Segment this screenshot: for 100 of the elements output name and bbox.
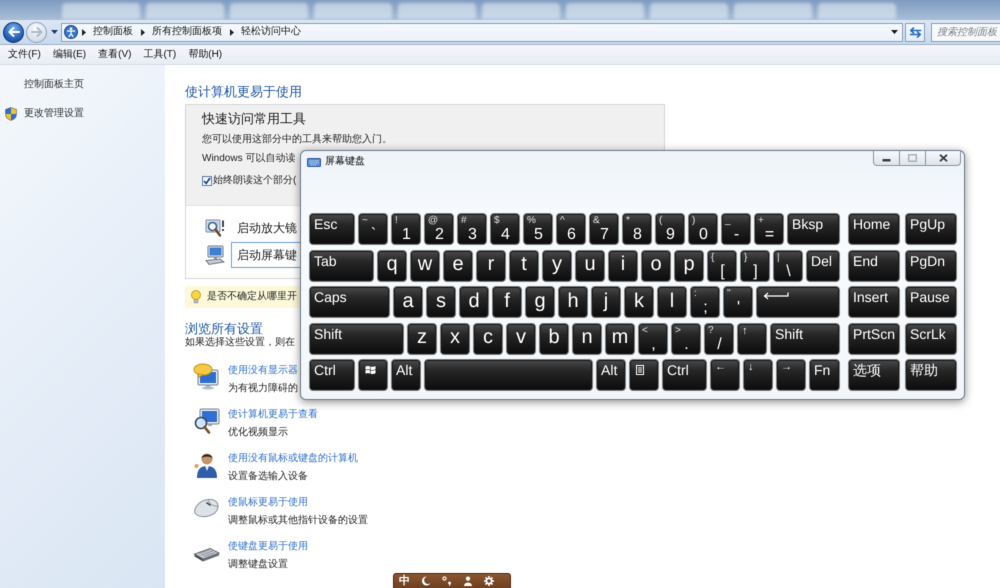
setting-link[interactable]: 使用没有鼠标或键盘的计算机 (228, 452, 358, 466)
keyboard-key[interactable]: Insert (848, 286, 900, 318)
keyboard-key[interactable]: r (476, 250, 506, 282)
keyboard-key[interactable]: Fn (809, 359, 840, 391)
keyboard-key[interactable]: < , (638, 322, 668, 354)
keyboard-key[interactable]: d (459, 286, 489, 318)
breadcrumb-item[interactable]: 所有控制面板项 (148, 25, 226, 39)
keyboard-key[interactable]: * 8 (622, 213, 652, 245)
refresh-button[interactable] (905, 22, 925, 42)
close-button[interactable] (926, 151, 961, 166)
keyboard-key[interactable]: e (443, 250, 473, 282)
setting-link[interactable]: 使鼠标更易于使用 (228, 496, 308, 510)
crescent-moon-icon[interactable] (421, 576, 431, 586)
keyboard-key[interactable]: x (440, 322, 470, 354)
keyboard-key[interactable]: { [ (707, 250, 737, 282)
setting-link[interactable]: 使计算机更易于查看 (228, 408, 318, 422)
keyboard-key[interactable]: 选项 (848, 359, 900, 391)
keyboard-key[interactable]: ~ ` (358, 213, 388, 245)
address-bar[interactable]: 控制面板 所有控制面板项 轻松访问中心 (61, 22, 903, 42)
keyboard-key[interactable]: + = (754, 213, 784, 245)
keyboard-key[interactable]: " ' (723, 286, 753, 318)
keyboard-key[interactable]: Alt (391, 359, 421, 391)
keyboard-key[interactable]: b (539, 322, 569, 354)
back-button[interactable] (3, 22, 24, 42)
keyboard-key[interactable]: Shift (309, 322, 404, 354)
menu-item[interactable]: 文件(F) (2, 48, 47, 62)
keyboard-key[interactable]: z (407, 322, 437, 354)
breadcrumb-item[interactable]: 控制面板 (89, 25, 137, 39)
keyboard-key[interactable]: | \ (773, 250, 803, 282)
keyboard-key[interactable]: i (608, 250, 638, 282)
keyboard-key[interactable]: Tab (309, 250, 374, 282)
keyboard-key[interactable]: ? / (704, 322, 734, 354)
keyboard-key[interactable]: ( 9 (655, 213, 685, 245)
keyboard-key[interactable]: Shift (770, 322, 840, 354)
keyboard-key[interactable]: PrtScn (848, 322, 900, 354)
dropdown-caret-icon[interactable] (891, 30, 898, 34)
keyboard-key[interactable]: → (776, 359, 806, 391)
gear-icon[interactable] (484, 576, 494, 586)
keyboard-key[interactable]: 帮助 (905, 359, 957, 391)
keyboard-key[interactable]: h (558, 286, 588, 318)
keyboard-key[interactable]: ↑ (737, 322, 767, 354)
keyboard-key[interactable]: > . (671, 322, 701, 354)
keyboard-key[interactable]: ← (710, 359, 740, 391)
keyboard-key[interactable]: Bksp (787, 213, 840, 245)
keyboard-key[interactable]: Pause (905, 286, 957, 318)
keyboard-key[interactable]: End (848, 250, 900, 282)
keyboard-key[interactable]: @ 2 (424, 213, 454, 245)
keyboard-key[interactable]: PgUp (905, 213, 957, 245)
keyboard-key[interactable]: : ; (690, 286, 720, 318)
keyboard-key[interactable]: ScrLk (905, 322, 957, 354)
checkbox[interactable] (202, 176, 212, 186)
space-bar[interactable] (424, 359, 593, 391)
keyboard-key[interactable]: y (542, 250, 572, 282)
person-icon[interactable] (463, 576, 473, 586)
menu-item[interactable]: 编辑(E) (46, 48, 92, 62)
input-mode-button[interactable]: 中 (399, 574, 410, 588)
keyboard-key[interactable]: Esc (309, 213, 355, 245)
sidebar-link[interactable]: 更改管理设置 (24, 107, 84, 121)
keyboard-key[interactable]: m (605, 322, 635, 354)
keyboard-key[interactable]: v (506, 322, 536, 354)
keyboard-key[interactable]: Caps (309, 286, 390, 318)
keyboard-key[interactable]: o (641, 250, 671, 282)
menu-item[interactable]: 查看(V) (92, 48, 138, 62)
menu-item[interactable]: 帮助(H) (182, 48, 228, 62)
keyboard-key[interactable]: a (393, 286, 423, 318)
keyboard-key[interactable]: s (426, 286, 456, 318)
setting-link[interactable]: 使用没有显示器 (228, 364, 298, 378)
keyboard-key[interactable]: PgDn (905, 250, 957, 282)
keyboard-key[interactable]: $ 4 (490, 213, 520, 245)
keyboard-key[interactable]: g (525, 286, 555, 318)
checkbox-label[interactable]: 始终朗读这个部分( (213, 174, 296, 188)
keyboard-key[interactable]: ! 1 (391, 213, 421, 245)
keyboard-key[interactable]: & 7 (589, 213, 619, 245)
keyboard-key[interactable]: Home (848, 213, 900, 245)
breadcrumb-arrow-icon[interactable] (230, 28, 234, 36)
keyboard-key[interactable]: u (575, 250, 605, 282)
breadcrumb-arrow-icon[interactable] (82, 28, 86, 36)
keyboard-key[interactable]: n (572, 322, 602, 354)
keyboard-key[interactable]: % 5 (523, 213, 553, 245)
keyboard-key[interactable]: Ctrl (309, 359, 355, 391)
setting-link[interactable]: 使键盘更易于使用 (228, 540, 308, 554)
keyboard-key[interactable]: c (473, 322, 503, 354)
keyboard-key[interactable]: } ] (740, 250, 770, 282)
breadcrumb-arrow-icon[interactable] (141, 28, 145, 36)
keyboard-key[interactable]: _ - (721, 213, 751, 245)
search-field[interactable]: 搜索控制面板 (931, 22, 1000, 42)
menu-item[interactable]: 工具(T) (137, 48, 182, 62)
keyboard-key[interactable]: ↓ (743, 359, 773, 391)
keyboard-key[interactable]: Ctrl (662, 359, 707, 391)
sidebar-link[interactable]: 控制面板主页 (24, 78, 84, 92)
windows-key[interactable] (358, 359, 388, 391)
keyboard-key[interactable]: q (377, 250, 407, 282)
enter-key[interactable] (756, 286, 840, 318)
keyboard-key[interactable]: ) 0 (688, 213, 718, 245)
punctuation-icon[interactable] (442, 576, 452, 586)
menu-key[interactable] (629, 359, 659, 391)
keyboard-key[interactable]: ^ 6 (556, 213, 586, 245)
breadcrumb-item[interactable]: 轻松访问中心 (237, 25, 305, 39)
keyboard-key[interactable]: Del (806, 250, 840, 282)
dropdown-caret-icon[interactable] (51, 30, 58, 34)
